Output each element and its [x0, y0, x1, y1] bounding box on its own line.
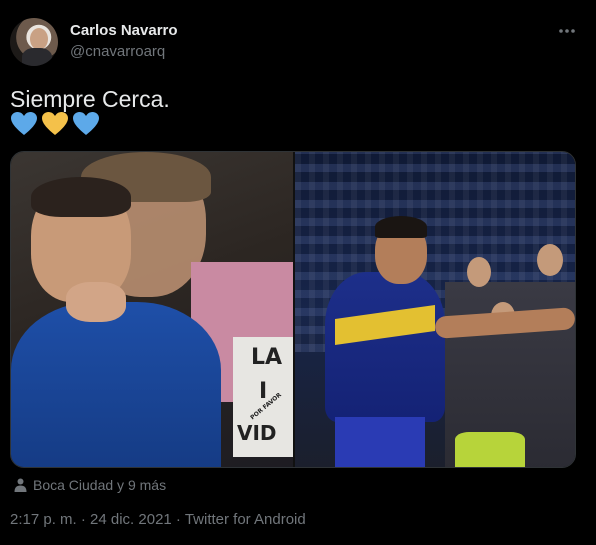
photo-figure [31, 177, 131, 217]
emoji-row [10, 111, 100, 137]
photo-figure [375, 216, 427, 238]
photo-figure [537, 244, 563, 276]
avatar-shirt [22, 48, 52, 66]
blue-heart-icon [73, 112, 99, 135]
tagged-people[interactable]: Boca Ciudad y 9 más [14, 475, 166, 495]
photo-fans-stands[interactable]: LA I VID POR FAVOR [11, 152, 293, 467]
photo-sign: LA I VID POR FAVOR [233, 337, 293, 457]
more-icon[interactable] [556, 20, 578, 40]
blue-heart-icon [11, 112, 37, 135]
sign-text: LA [251, 345, 283, 370]
photo-figure [66, 282, 126, 322]
author-display-name[interactable]: Carlos Navarro [70, 22, 178, 39]
tweet-text: Siempre Cerca. [10, 86, 170, 112]
author-handle[interactable]: @cnavarroarq [70, 43, 165, 60]
photo-figure [335, 417, 425, 467]
tweet-media[interactable]: LA I VID POR FAVOR [10, 151, 576, 468]
avatar[interactable] [10, 18, 58, 66]
photo-figure [11, 302, 221, 467]
yellow-heart-icon [42, 112, 68, 135]
photo-figure [455, 432, 525, 467]
sign-text: VID [237, 421, 277, 445]
person-icon [14, 478, 27, 492]
photo-figure [325, 272, 445, 422]
avatar-face [30, 28, 48, 50]
photo-player-fans[interactable] [295, 152, 575, 467]
tweet-card: Carlos Navarro @cnavarroarq Siempre Cerc… [0, 0, 596, 545]
tweet-timestamp[interactable]: 2:17 p. m. · 24 dic. 2021 · Twitter for … [10, 511, 306, 528]
photo-figure [467, 257, 491, 287]
tagged-text: Boca Ciudad y 9 más [33, 477, 167, 493]
